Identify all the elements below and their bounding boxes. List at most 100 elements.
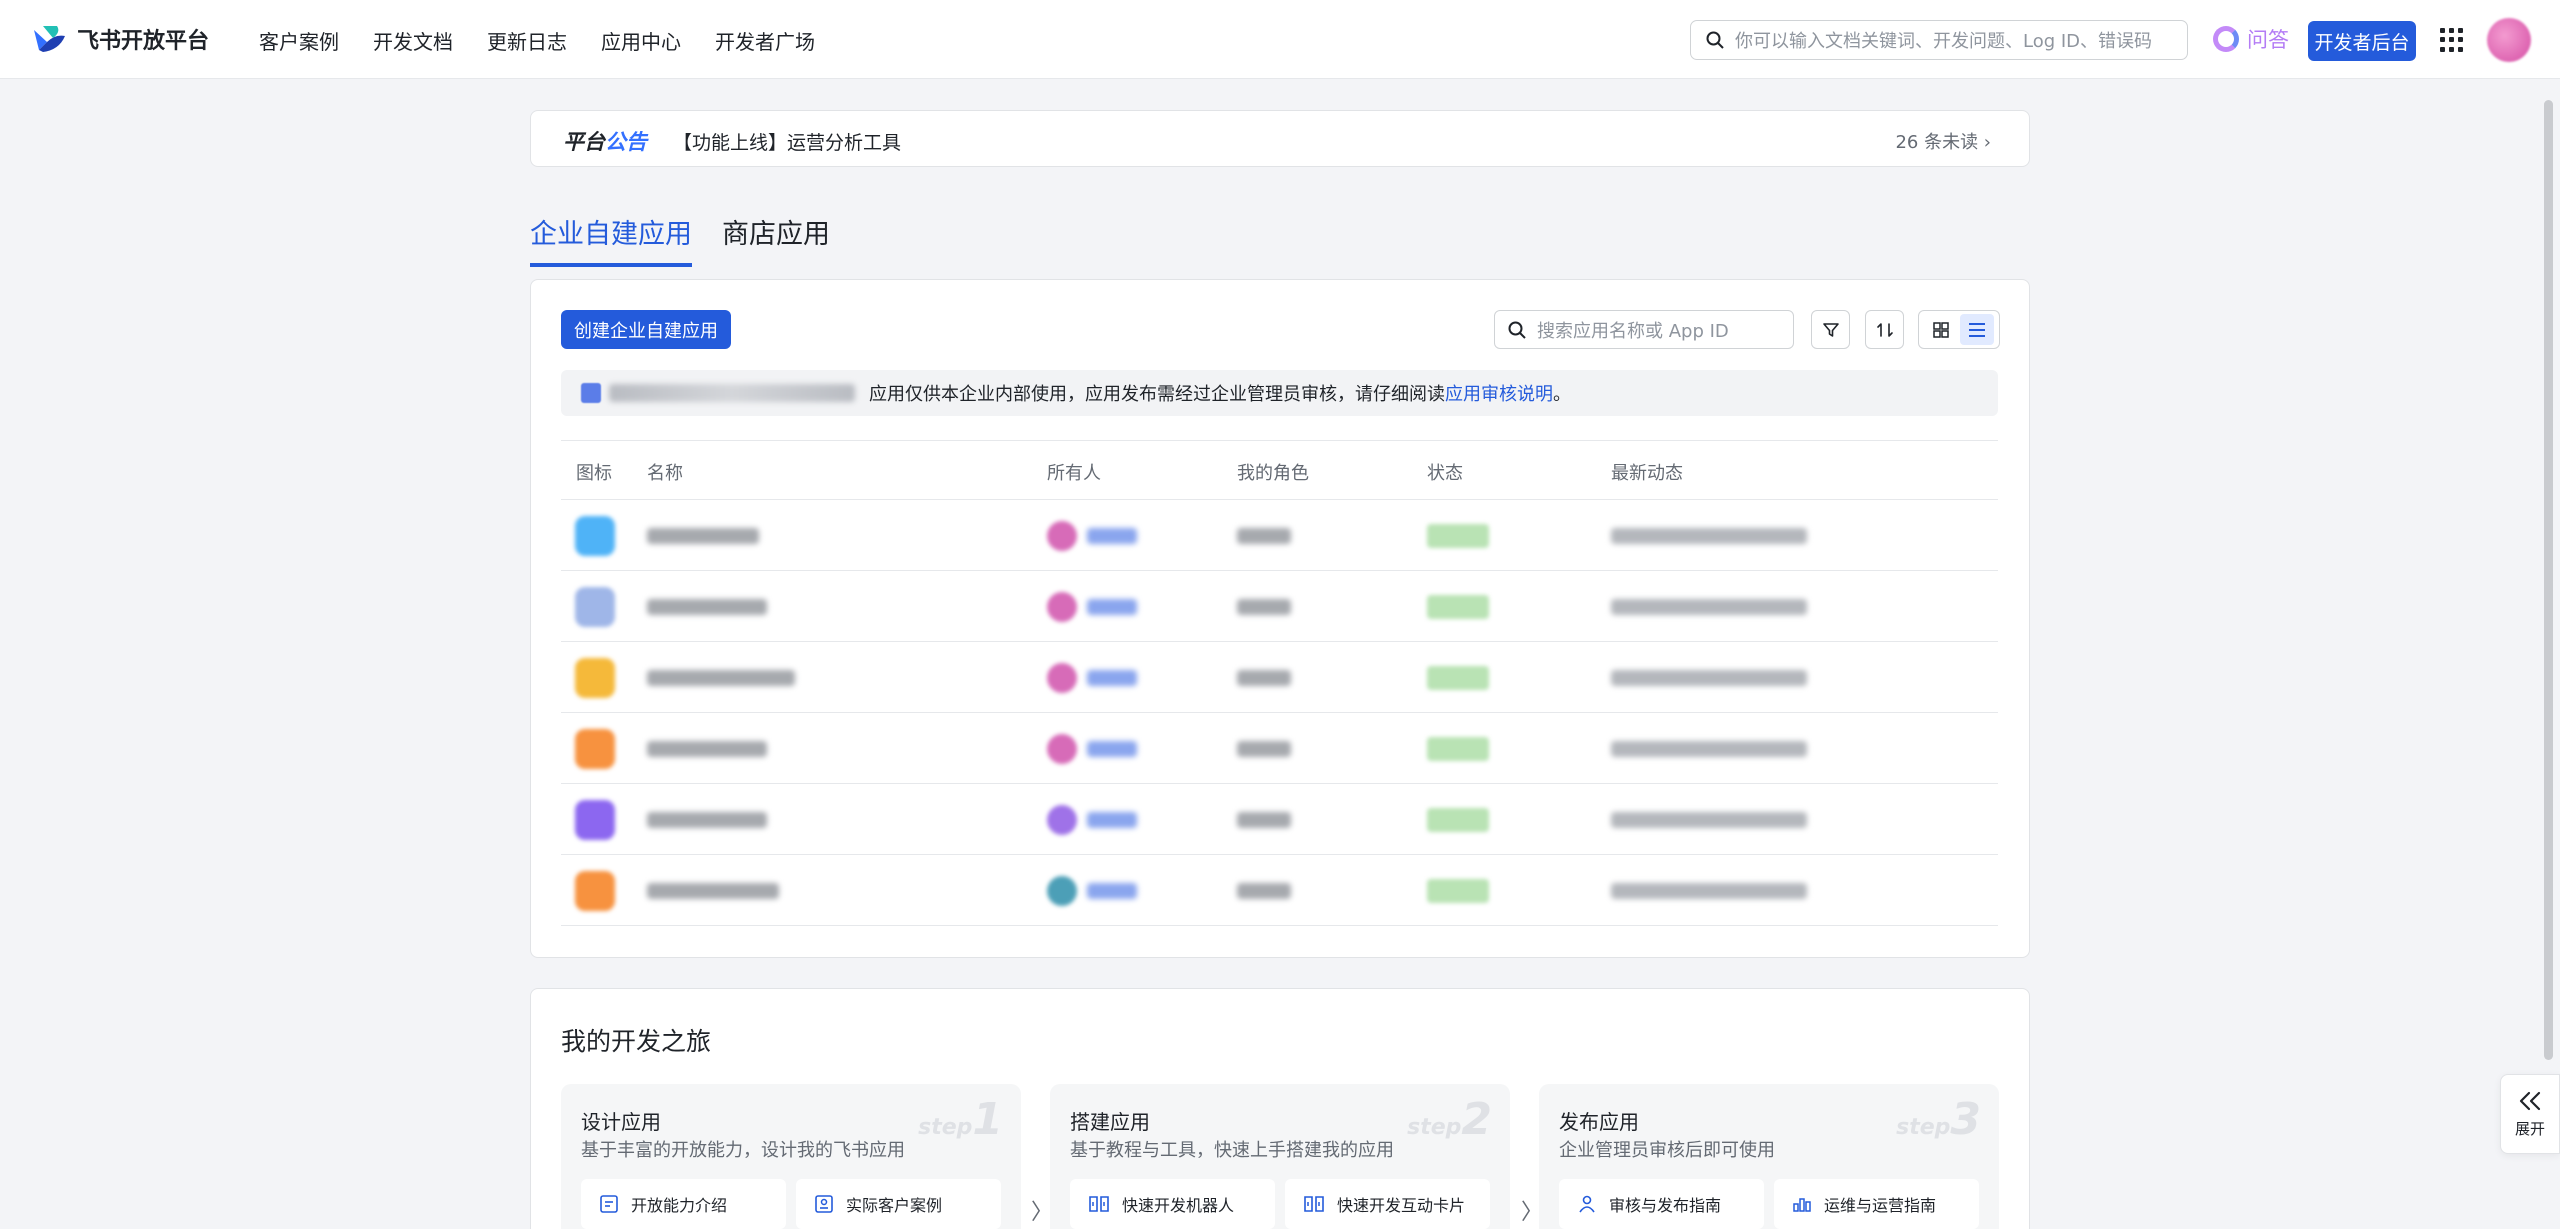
review-guide-link[interactable]: 应用审核说明 [1445,380,1553,406]
global-search-placeholder: 你可以输入文档关键词、开发问题、Log ID、错误码 [1735,31,2153,52]
list-view-icon [1969,322,1985,337]
status-badge [1427,595,1489,619]
nav-item-app-center[interactable]: 应用中心 [601,26,681,55]
app-icon [575,587,615,627]
step-watermark: step2 [1407,1094,1492,1145]
nav-item-dev-community[interactable]: 开发者广场 [715,26,815,55]
apps-grid-icon[interactable] [2440,28,2464,52]
filter-button[interactable] [1811,310,1850,349]
ask-button[interactable]: 问答 [2213,24,2289,54]
owner-avatar [1047,521,1077,551]
filter-icon [1822,322,1839,337]
create-enterprise-app-button[interactable]: 创建企业自建应用 [561,310,731,349]
journey-title: 我的开发之旅 [561,1027,712,1056]
column-header-icon: 图标 [576,463,612,484]
my-role-redacted [1237,528,1291,544]
app-name-redacted[interactable] [647,528,759,544]
step-description: 基于丰富的开放能力，设计我的飞书应用 [581,1140,905,1161]
page-scrollbar[interactable] [2544,100,2553,1060]
main-nav: 客户案例 开发文档 更新日志 应用中心 开发者广场 [259,26,815,55]
table-row[interactable] [561,855,1998,926]
analytics-icon [1793,1198,1811,1212]
user-avatar[interactable] [2487,18,2531,62]
sort-button[interactable] [1865,310,1904,349]
owner-avatar [1047,663,1077,693]
chip-bot-quickstart[interactable]: 快速开发机器人 [1070,1179,1275,1229]
view-toggle [1918,310,2000,349]
app-name-redacted[interactable] [647,812,767,828]
step-description: 基于教程与工具，快速上手搭建我的应用 [1070,1140,1394,1161]
app-icon [575,658,615,698]
chip-card-quickstart[interactable]: 快速开发互动卡片 [1285,1179,1490,1229]
my-role-redacted [1237,670,1291,686]
platform-announcement[interactable]: 平台公告 【功能上线】运营分析工具 26 条未读 › [530,110,2030,167]
my-role-redacted [1237,812,1291,828]
app-icon [575,800,615,840]
owner-name-redacted[interactable] [1087,812,1137,828]
app-name-redacted[interactable] [647,599,767,615]
step-title: 设计应用 [581,1110,661,1134]
chip-label: 运维与运营指南 [1824,1196,1937,1215]
latest-activity-redacted [1611,528,1807,544]
owner-name-redacted[interactable] [1087,599,1137,615]
search-icon [1508,321,1526,339]
table-row[interactable] [561,571,1998,642]
list-view-button[interactable] [1960,314,1994,345]
double-chevron-left-icon [2519,1091,2541,1110]
step-card-design: 设计应用 基于丰富的开放能力，设计我的飞书应用 step1 开放能力介绍 实际客… [561,1084,1021,1229]
step-card-publish: 发布应用 企业管理员审核后即可使用 step3 审核与发布指南 运维与运营指南 [1539,1084,1999,1229]
app-icon [575,729,615,769]
nav-item-docs[interactable]: 开发文档 [373,26,453,55]
chip-label: 快速开发互动卡片 [1337,1196,1466,1215]
unread-count-link[interactable]: 26 条未读 › [1895,128,1991,154]
announcement-brand: 平台公告 [563,130,647,154]
top-navigation-bar: 飞书开放平台 客户案例 开发文档 更新日志 应用中心 开发者广场 你可以输入文档… [0,0,2560,79]
app-search-input[interactable]: 搜索应用名称或 App ID [1494,310,1794,349]
book-icon [1304,1196,1324,1212]
latest-activity-redacted [1611,883,1807,899]
my-role-redacted [1237,599,1291,615]
status-badge [1427,879,1489,903]
logo[interactable]: 飞书开放平台 [31,22,209,56]
table-row[interactable] [561,713,1998,784]
app-type-tabs: 企业自建应用 商店应用 [530,212,830,267]
app-name-redacted[interactable] [647,741,767,757]
owner-avatar [1047,592,1077,622]
contact-card-icon [815,1195,833,1213]
owner-name-redacted[interactable] [1087,741,1137,757]
table-row[interactable] [561,642,1998,713]
tab-enterprise-apps[interactable]: 企业自建应用 [530,212,692,267]
side-expand-label: 展开 [2514,1119,2545,1138]
owner-avatar [1047,805,1077,835]
owner-name-redacted[interactable] [1087,670,1137,686]
app-icon [575,516,615,556]
owner-name-redacted[interactable] [1087,883,1137,899]
developer-console-button[interactable]: 开发者后台 [2308,21,2416,61]
chip-capabilities-intro[interactable]: 开放能力介绍 [581,1179,786,1229]
step-watermark: step1 [918,1094,1003,1145]
tenant-info-suffix: 。 [1553,384,1571,405]
column-header-name: 名称 [647,463,683,484]
apps-panel: 创建企业自建应用 搜索应用名称或 App ID 应用仅供本企业内部使用，应用发布… [530,279,2030,958]
nav-item-changelog[interactable]: 更新日志 [487,26,567,55]
chip-review-publish-guide[interactable]: 审核与发布指南 [1559,1179,1764,1229]
tenant-name-redacted [609,384,855,402]
status-badge [1427,808,1489,832]
side-expand-button[interactable]: 展开 [2500,1074,2560,1154]
announcement-text[interactable]: 【功能上线】运营分析工具 [673,128,901,155]
global-search-input[interactable]: 你可以输入文档关键词、开发问题、Log ID、错误码 [1690,20,2188,60]
chip-label: 实际客户案例 [846,1196,943,1215]
apps-table: 图标 名称 所有人 我的角色 状态 最新动态 [561,440,1998,926]
chip-ops-guide[interactable]: 运维与运营指南 [1774,1179,1979,1229]
app-name-redacted[interactable] [647,883,779,899]
step-card-build: 搭建应用 基于教程与工具，快速上手搭建我的应用 step2 快速开发机器人 快速… [1050,1084,1510,1229]
owner-name-redacted[interactable] [1087,528,1137,544]
nav-item-customer-cases[interactable]: 客户案例 [259,26,339,55]
table-row[interactable] [561,500,1998,571]
app-name-redacted[interactable] [647,670,795,686]
latest-activity-redacted [1611,812,1807,828]
grid-view-button[interactable] [1924,314,1958,345]
chip-customer-cases[interactable]: 实际客户案例 [796,1179,1001,1229]
table-row[interactable] [561,784,1998,855]
tab-store-apps[interactable]: 商店应用 [722,212,830,267]
